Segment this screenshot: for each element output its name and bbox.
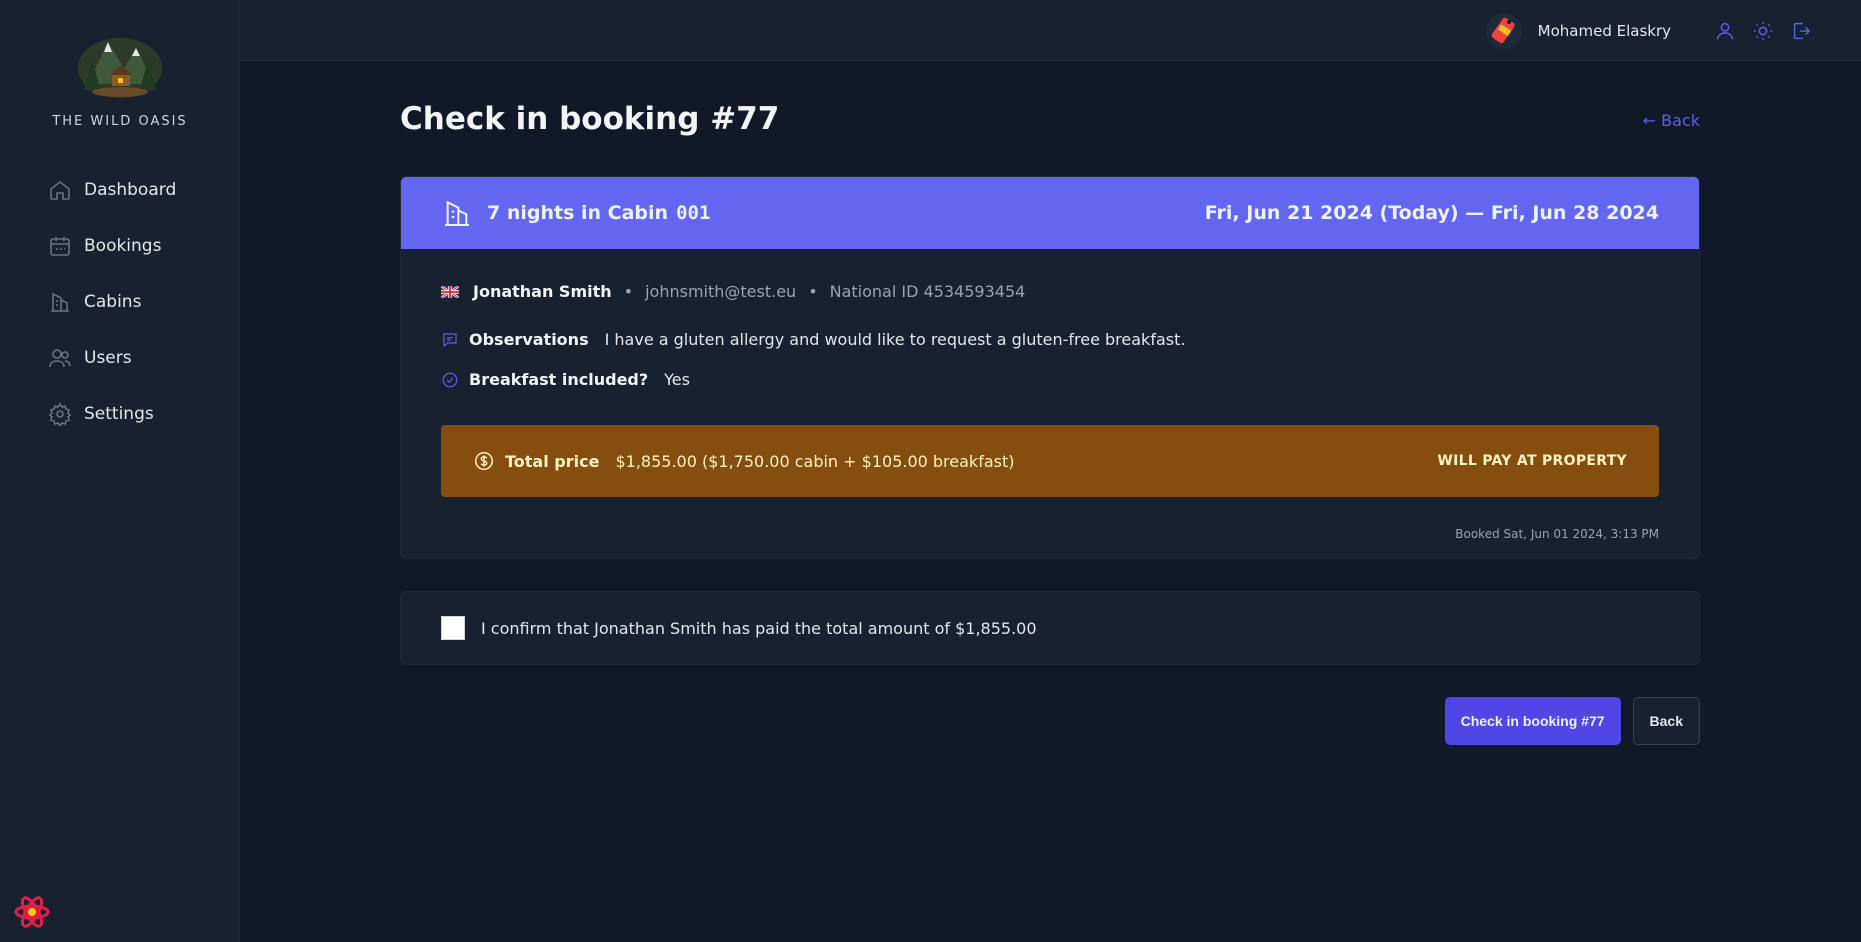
- home-icon: [50, 180, 70, 200]
- price-box: Total price $1,855.00 ($1,750.00 cabin +…: [441, 425, 1659, 497]
- sun-icon: [1753, 21, 1773, 41]
- sidebar-item-dashboard[interactable]: Dashboard: [36, 168, 216, 212]
- sidebar-item-label: Dashboard: [84, 180, 177, 200]
- booked-timestamp: Booked Sat, Jun 01 2024, 3:13 PM: [1455, 527, 1659, 541]
- action-buttons: Check in booking #77 Back: [1444, 697, 1700, 745]
- back-link[interactable]: ← Back: [1643, 111, 1700, 130]
- theme-toggle-button[interactable]: [1751, 19, 1775, 43]
- chat-bubble-icon: [443, 332, 457, 347]
- uk-flag-icon: [441, 285, 459, 298]
- nights-label: 7 nights in Cabin: [487, 202, 669, 224]
- check-circle-icon: [442, 372, 458, 387]
- gear-icon: [48, 402, 72, 426]
- wild-oasis-logo-icon: [78, 38, 162, 98]
- price-label: Total price: [505, 451, 600, 471]
- back-button[interactable]: Back: [1632, 697, 1700, 745]
- payment-status: WILL PAY AT PROPERTY: [1437, 453, 1627, 469]
- confirm-paid-label[interactable]: I confirm that Jonathan Smith has paid t…: [481, 619, 1037, 638]
- sidebar: THE WILD OASIS Dashboard Bookings Cabins…: [0, 0, 240, 942]
- guest-name: Jonathan Smith: [473, 282, 612, 301]
- building-icon: [445, 200, 469, 226]
- check-in-button[interactable]: Check in booking #77: [1444, 697, 1621, 745]
- booking-dates: Fri, Jun 21 2024 (Today) — Fri, Jun 28 2…: [1204, 202, 1659, 224]
- separator: •: [623, 282, 634, 301]
- sidebar-item-cabins[interactable]: Cabins: [36, 280, 216, 324]
- dollar-circle-icon: [475, 452, 493, 470]
- sidebar-item-users[interactable]: Users: [36, 336, 216, 380]
- confirm-payment-box: I confirm that Jonathan Smith has paid t…: [400, 591, 1700, 665]
- account-button[interactable]: [1713, 19, 1737, 43]
- guest-info: Jonathan Smith • johnsmith@test.eu • Nat…: [441, 282, 1025, 301]
- logout-button[interactable]: [1789, 19, 1813, 43]
- building-icon: [51, 292, 69, 312]
- page-header: Check in booking #77 ← Back: [400, 101, 1700, 145]
- breakfast-value: Yes: [664, 370, 690, 389]
- guest-email: johnsmith@test.eu: [645, 282, 797, 301]
- price-value: $1,855.00 ($1,750.00 cabin + $105.00 bre…: [615, 451, 1015, 471]
- brand-name: THE WILD OASIS: [52, 114, 188, 129]
- separator: •: [808, 282, 818, 301]
- guest-national-id: National ID 4534593454: [829, 282, 1026, 301]
- main-nav: Dashboard Bookings Cabins Users Settings: [36, 168, 216, 448]
- observations-row: Observations I have a gluten allergy and…: [441, 330, 1185, 349]
- sidebar-item-label: Settings: [84, 404, 154, 424]
- booking-header: 7 nights in Cabin 001 Fri, Jun 21 2024 (…: [401, 177, 1699, 249]
- breakfast-row: Breakfast included? Yes: [441, 370, 690, 389]
- page-title: Check in booking #77: [400, 101, 780, 137]
- react-devtools-icon[interactable]: [12, 892, 52, 932]
- sidebar-item-bookings[interactable]: Bookings: [36, 224, 216, 268]
- confirm-paid-checkbox[interactable]: [441, 616, 465, 640]
- observations-text: I have a gluten allergy and would like t…: [604, 330, 1186, 349]
- cabin-name: 001: [676, 202, 711, 224]
- breakfast-label: Breakfast included?: [469, 370, 649, 389]
- avatar[interactable]: [1485, 13, 1522, 49]
- sidebar-item-settings[interactable]: Settings: [36, 392, 216, 436]
- sidebar-item-label: Cabins: [84, 292, 142, 312]
- logo[interactable]: THE WILD OASIS: [0, 28, 240, 129]
- users-icon: [49, 349, 71, 368]
- price-info: Total price $1,855.00 ($1,750.00 cabin +…: [473, 450, 1014, 472]
- user-area: Mohamed Elaskry: [1485, 13, 1813, 49]
- calendar-icon: [50, 237, 70, 256]
- booking-details: 7 nights in Cabin 001 Fri, Jun 21 2024 (…: [400, 176, 1700, 559]
- logout-icon: [1793, 22, 1811, 40]
- user-name: Mohamed Elaskry: [1537, 22, 1671, 40]
- booking-header-left: 7 nights in Cabin 001: [441, 197, 710, 229]
- sidebar-item-label: Bookings: [84, 236, 162, 256]
- user-icon: [1716, 22, 1734, 40]
- sidebar-item-label: Users: [84, 348, 132, 368]
- observations-label: Observations: [469, 330, 589, 349]
- top-bar: Mohamed Elaskry: [240, 0, 1861, 61]
